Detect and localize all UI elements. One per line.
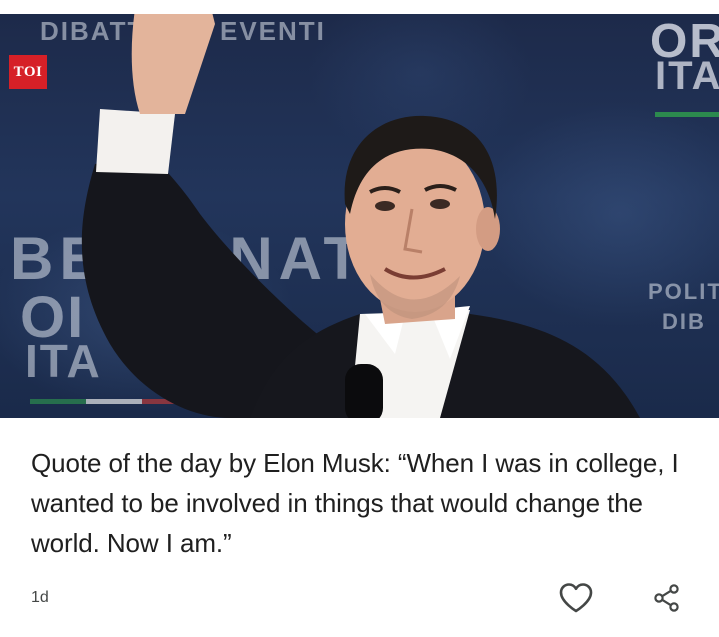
share-button[interactable]	[647, 578, 687, 618]
news-card[interactable]: DIBATT EVENTI OR ITA BE RNATO OI ITA POL…	[0, 0, 719, 637]
share-icon	[654, 584, 679, 612]
heart-outline-icon	[559, 583, 593, 613]
source-logo: TOI	[9, 55, 47, 89]
source-logo-text: TOI	[13, 63, 43, 80]
like-button[interactable]	[556, 578, 596, 618]
article-age: 1d	[31, 589, 49, 606]
article-image[interactable]: DIBATT EVENTI OR ITA BE RNATO OI ITA POL…	[0, 14, 719, 418]
person-illustration	[81, 14, 640, 418]
article-headline[interactable]: Quote of the day by Elon Musk: “When I w…	[31, 443, 691, 563]
